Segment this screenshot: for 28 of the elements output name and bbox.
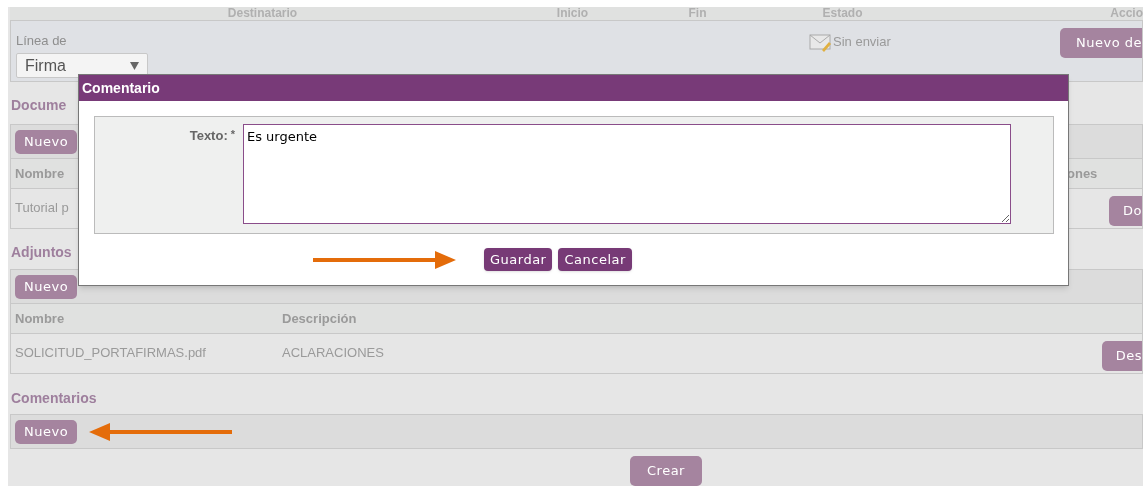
envelope-pencil-icon bbox=[809, 31, 831, 52]
column-header: Descripción bbox=[282, 310, 357, 326]
comment-text-field[interactable]: Es urgente bbox=[243, 124, 1011, 224]
column-header: Nombre bbox=[15, 165, 65, 181]
line-select[interactable]: Firma bbox=[16, 53, 148, 79]
dialog-title: Comentario bbox=[79, 75, 1068, 101]
required-mark: * bbox=[230, 127, 235, 142]
new-button[interactable]: Nuevo bbox=[15, 274, 78, 299]
caret-icon bbox=[130, 61, 139, 70]
column-header: Nombre bbox=[15, 310, 65, 326]
save-button[interactable]: Guardar bbox=[484, 248, 553, 271]
column-header: ones bbox=[1067, 164, 1099, 183]
field-label: Línea de bbox=[16, 31, 68, 50]
new-button[interactable]: Nuevo bbox=[15, 129, 78, 154]
new-button[interactable]: Nuevo bbox=[15, 419, 78, 444]
table-cell: SOLICITUD_PORTAFIRMAS.pdf bbox=[15, 345, 206, 360]
section-title: Comentarios bbox=[11, 389, 97, 408]
cancel-button[interactable]: Cancelar bbox=[558, 248, 632, 271]
table-cell: ACLARACIONES bbox=[282, 345, 384, 360]
section-title: Docume bbox=[11, 96, 67, 115]
table-cell: Tutorial p bbox=[15, 200, 69, 215]
status-text: Sin enviar bbox=[833, 32, 891, 51]
new-signer-button[interactable]: Nuevo de bbox=[1060, 27, 1142, 58]
row-action-button[interactable]: Des bbox=[1101, 341, 1142, 371]
field-label: Texto: bbox=[189, 127, 228, 145]
create-button[interactable]: Crear bbox=[630, 456, 702, 486]
section-title: Adjuntos bbox=[11, 243, 72, 262]
row-action-button[interactable]: Do bbox=[1109, 196, 1142, 226]
